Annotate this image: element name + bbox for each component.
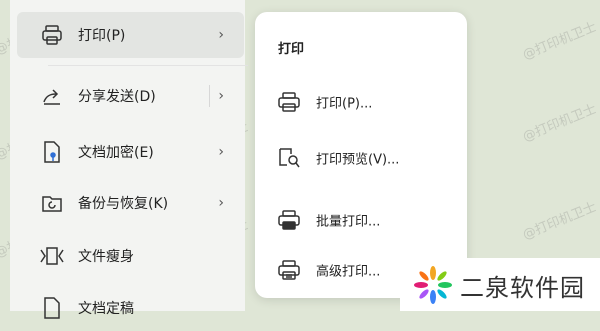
chevron-right-icon: › (218, 27, 224, 43)
chevron-right-icon: › (218, 195, 224, 211)
batch-print-icon (276, 208, 302, 232)
menu-item-label: 文档定稿 (78, 301, 134, 317)
submenu-item-print[interactable]: 打印(P)... (255, 82, 467, 122)
menu-item-finalize[interactable]: 文档定稿 (17, 285, 244, 331)
submenu-item-label: 高级打印... (316, 264, 381, 280)
submenu-item-print-preview[interactable]: 打印预览(V)... (255, 138, 467, 178)
chevron-right-icon: › (218, 88, 224, 104)
print-preview-icon (276, 146, 302, 170)
encrypt-document-icon (39, 139, 65, 165)
menu-item-encrypt[interactable]: 文档加密(E) › (17, 129, 244, 175)
brand-name: 二泉软件园 (460, 274, 585, 302)
menu-item-label: 文件瘦身 (78, 249, 134, 265)
colorful-flower-logo-icon (414, 266, 452, 304)
menu-item-print[interactable]: 打印(P) › (17, 12, 244, 58)
menu-item-file-slim[interactable]: 文件瘦身 (17, 233, 244, 279)
menu-item-label: 备份与恢复(K) (78, 196, 169, 212)
watermark: @打印机卫士 (520, 199, 599, 243)
share-icon (39, 83, 65, 109)
submenu-item-label: 打印预览(V)... (316, 152, 400, 168)
menu-item-share[interactable]: 分享发送(D) › (17, 73, 244, 119)
divider (48, 65, 248, 66)
watermark: @打印机卫士 (520, 101, 599, 145)
submenu-item-batch-print[interactable]: 批量打印... (255, 200, 467, 240)
brand-watermark: 二泉软件园 (400, 258, 600, 311)
menu-item-label: 文档加密(E) (78, 145, 154, 161)
printer-icon (39, 22, 65, 48)
menu-item-label: 打印(P) (78, 28, 126, 44)
document-finalize-icon (39, 295, 65, 321)
print-submenu: 打印 打印(P)... 打印预览(V)... 批量打印... 高级打印... (255, 12, 467, 298)
chevron-right-icon: › (218, 144, 224, 160)
backup-restore-icon (39, 190, 65, 216)
file-slim-icon (39, 243, 65, 269)
printer-icon (276, 90, 302, 114)
menu-item-label: 分享发送(D) (78, 89, 156, 105)
submenu-title: 打印 (278, 42, 305, 57)
watermark: @打印机卫士 (520, 19, 599, 63)
submenu-item-label: 打印(P)... (316, 96, 373, 112)
menu-item-backup[interactable]: 备份与恢复(K) › (17, 180, 244, 226)
advanced-print-icon (276, 258, 302, 282)
submenu-item-label: 批量打印... (316, 214, 381, 230)
